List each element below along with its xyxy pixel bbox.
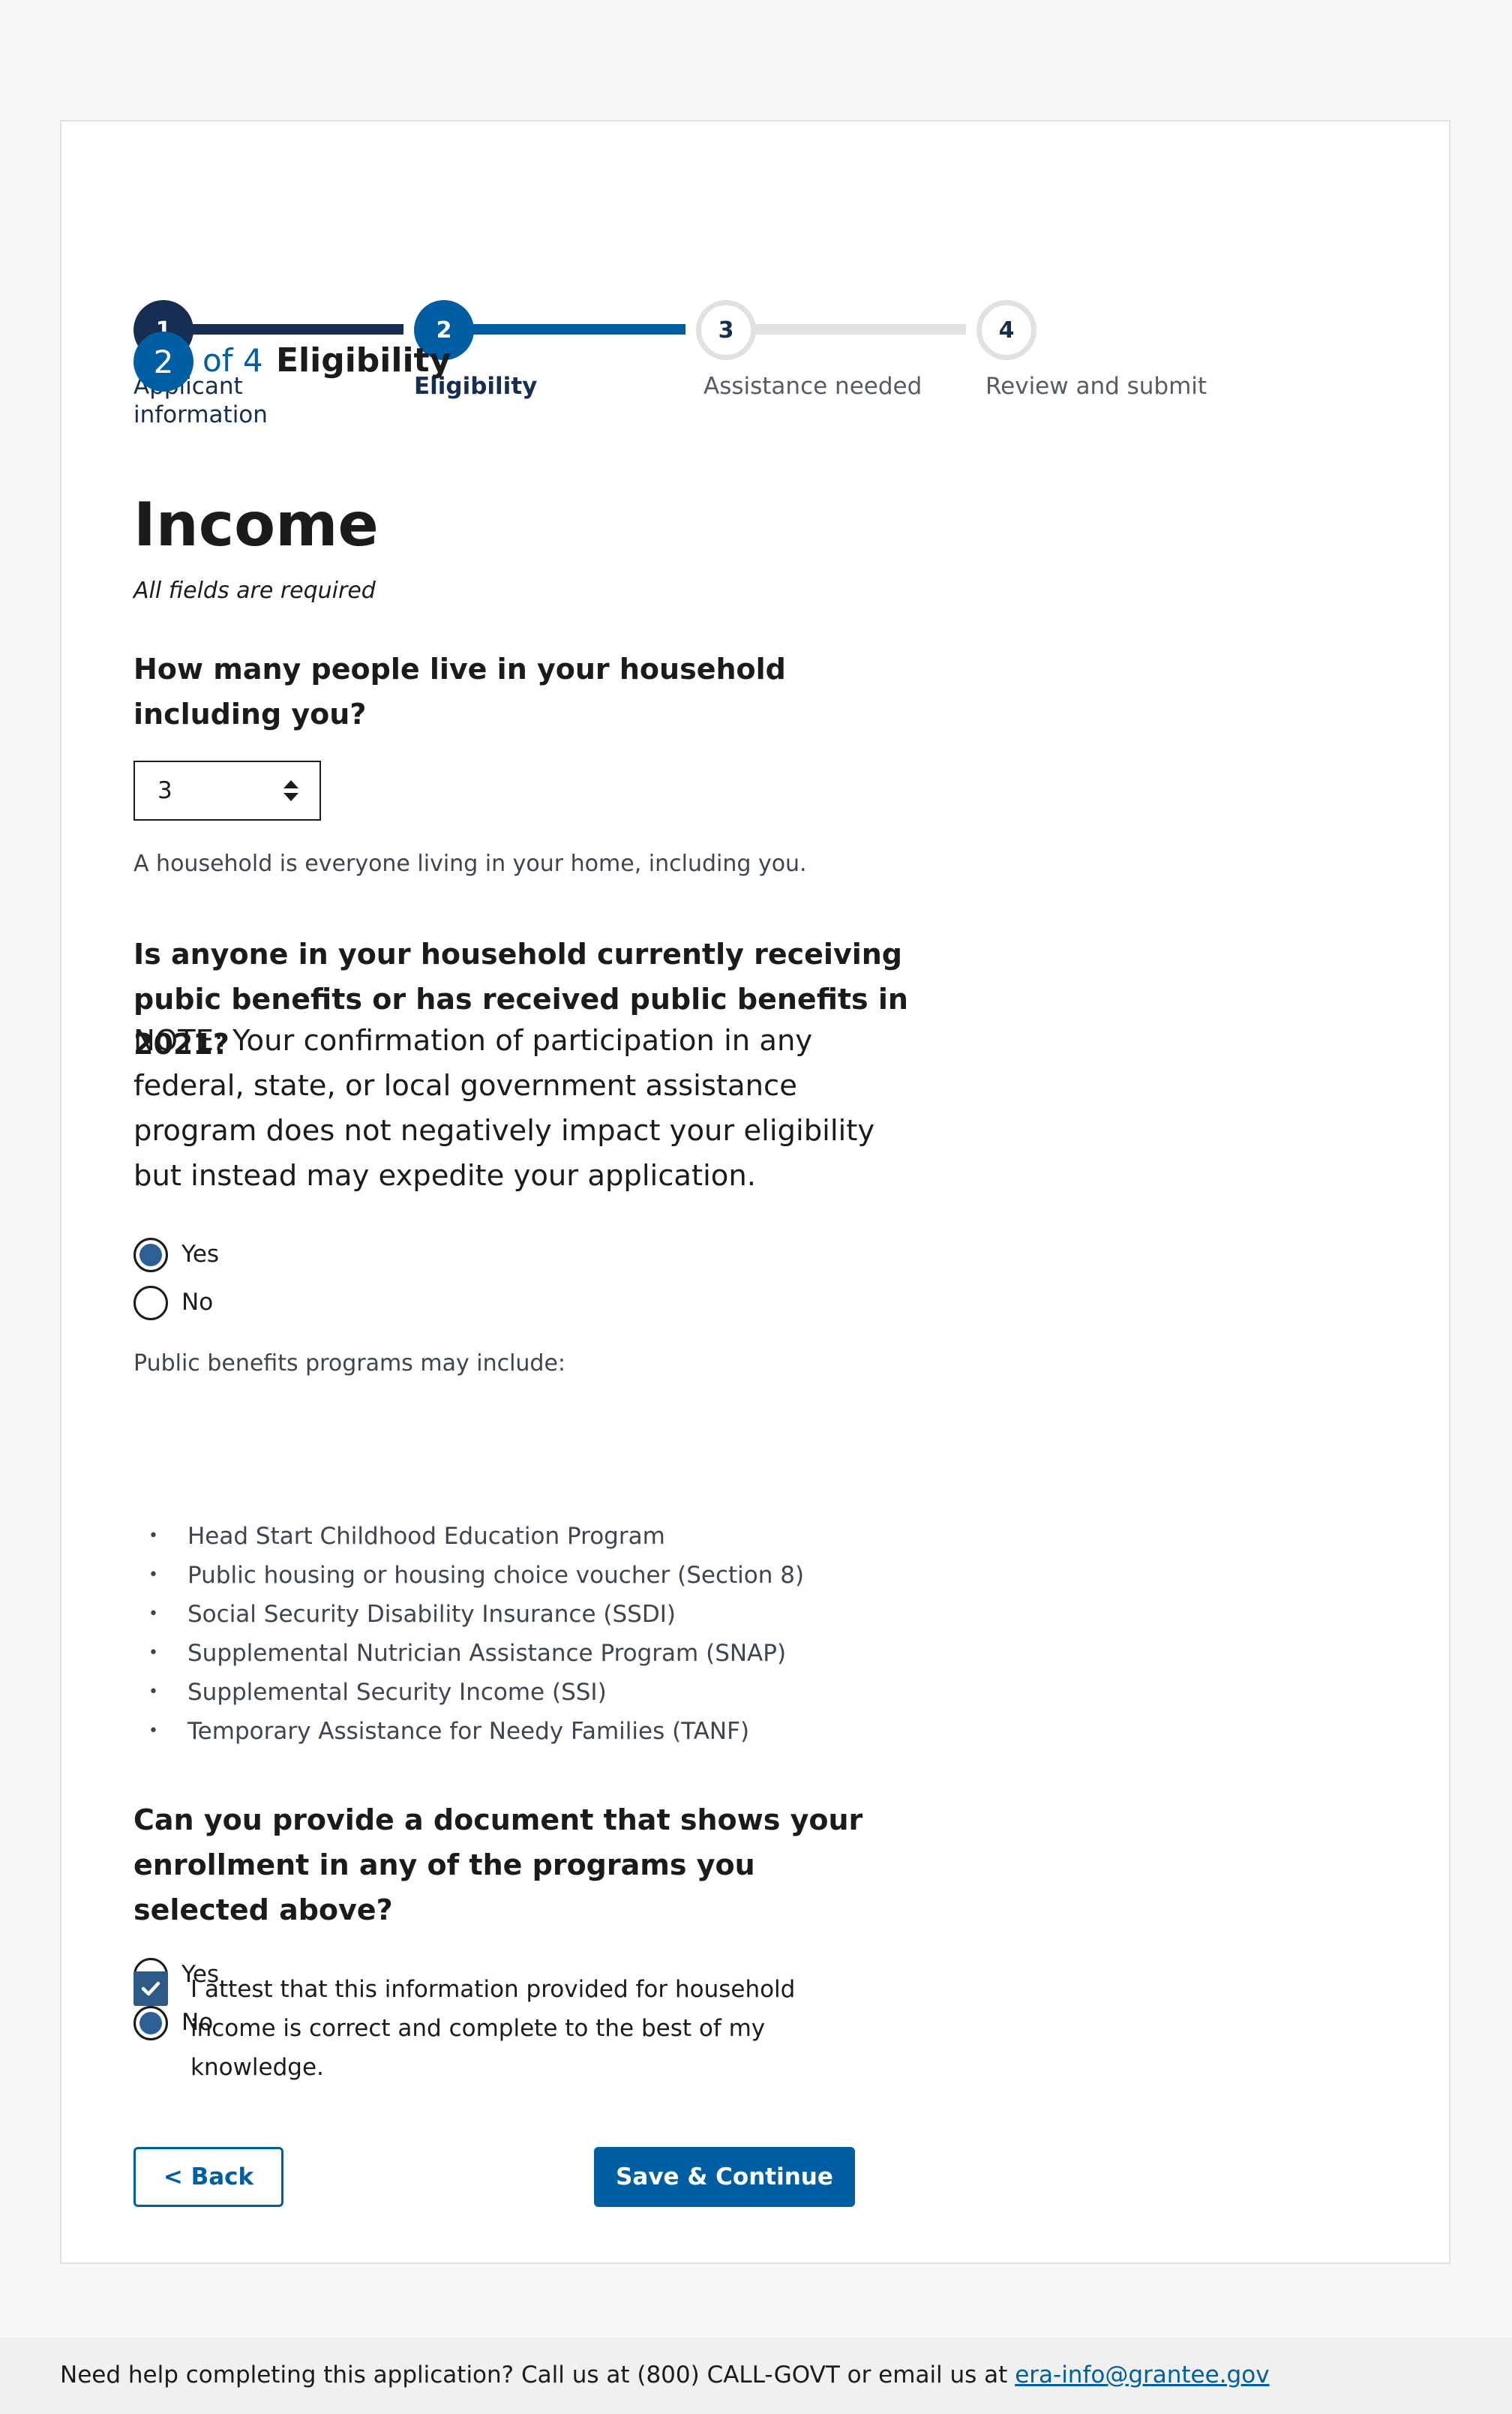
- household-hint: A household is everyone living in your h…: [134, 851, 807, 877]
- form-card: 1 2 3 4 Applicant information Eligibilit…: [60, 120, 1450, 2264]
- household-question: How many people live in your household i…: [134, 653, 786, 731]
- step-counter-total: of 4: [202, 342, 263, 379]
- document-no-radio[interactable]: [134, 2006, 168, 2040]
- list-item: • Supplemental Nutrician Assistance Progr…: [148, 1640, 787, 1667]
- footer-text: Need help completing this application? C…: [60, 2360, 1270, 2390]
- select-arrows-icon: [284, 780, 298, 801]
- list-item: • Social Security Disability Insurance (S…: [148, 1601, 676, 1628]
- save-continue-button[interactable]: Save & Continue: [594, 2147, 855, 2207]
- step-connector-2: [468, 324, 686, 335]
- step-connector-1: [188, 324, 404, 335]
- document-question: Can you provide a document that shows yo…: [134, 1803, 863, 1926]
- back-button[interactable]: < Back: [134, 2147, 284, 2207]
- step-3-circle: 3: [696, 300, 756, 360]
- step-4-label: Review and submit: [986, 373, 1208, 400]
- required-note: All fields are required: [134, 578, 376, 604]
- list-item: • Head Start Childhood Education Program: [148, 1523, 665, 1550]
- benefits-yes-label[interactable]: Yes: [182, 1239, 219, 1269]
- step-counter-circle: 2: [134, 332, 194, 392]
- household-size-select[interactable]: 3: [134, 761, 321, 821]
- benefits-no-label[interactable]: No: [182, 1287, 213, 1317]
- help-footer: Need help completing this application? C…: [0, 2337, 1512, 2414]
- attest-label[interactable]: I attest that this information provided …: [190, 1970, 866, 2087]
- step-connector-3: [748, 324, 966, 335]
- footer-email-link[interactable]: era-info@grantee.gov: [1015, 2361, 1269, 2388]
- household-size-value: 3: [158, 777, 172, 804]
- step-4-circle: 4: [976, 300, 1036, 360]
- step-3-label: Assistance needed: [704, 373, 922, 400]
- step-heading: Eligibility: [276, 341, 452, 380]
- list-item: • Public housing or housing choice vouche…: [148, 1562, 805, 1589]
- page-title: Income: [134, 490, 379, 560]
- attest-checkbox[interactable]: [134, 1971, 168, 2006]
- benefits-no-radio[interactable]: [134, 1286, 168, 1320]
- benefits-note: NOTE: Your confirmation of participation…: [134, 1024, 875, 1193]
- benefits-yes-radio[interactable]: [134, 1238, 168, 1272]
- check-icon: [141, 1981, 160, 1996]
- programs-intro: Public benefits programs may include:: [134, 1350, 566, 1377]
- footer-help-text: Need help completing this application? C…: [60, 2361, 1016, 2388]
- list-item: • Temporary Assistance for Needy Families…: [148, 1718, 750, 1745]
- list-item: • Supplemental Security Income (SSI): [148, 1679, 607, 1706]
- programs-list: • Head Start Childhood Education Program …: [134, 1517, 804, 1751]
